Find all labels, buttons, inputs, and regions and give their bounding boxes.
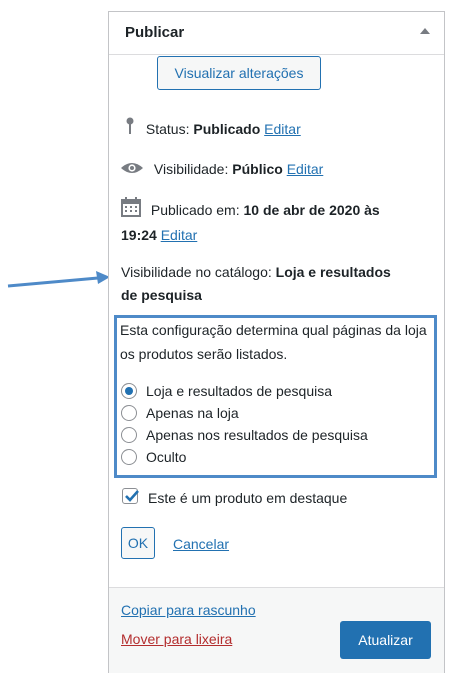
status-row: Status: Publicado Editar bbox=[124, 116, 301, 143]
featured-label: Este é um produto em destaque bbox=[148, 490, 348, 506]
visibility-edit-link[interactable]: Editar bbox=[287, 161, 324, 177]
update-button[interactable]: Atualizar bbox=[340, 621, 431, 659]
radio-label: Loja e resultados de pesquisa bbox=[146, 383, 333, 399]
catalog-visibility-row-2: de pesquisa bbox=[121, 282, 202, 308]
cancel-link-wrap[interactable]: Cancelar bbox=[173, 531, 229, 557]
published-row-2: 19:24 Editar bbox=[121, 222, 197, 248]
catalog-visibility-value-2: de pesquisa bbox=[121, 287, 202, 303]
annotation-arrow bbox=[7, 271, 110, 288]
move-to-trash-link[interactable]: Mover para lixeira bbox=[121, 631, 232, 647]
published-time: 19:24 bbox=[121, 227, 157, 243]
radio-option-shop-and-search[interactable]: Loja e resultados de pesquisa bbox=[121, 381, 332, 401]
radio-button[interactable] bbox=[121, 449, 137, 466]
status-label: Status: bbox=[145, 121, 190, 137]
published-date: 10 de abr de 2020 às bbox=[243, 202, 380, 218]
status-edit-link[interactable]: Editar bbox=[264, 121, 301, 137]
copy-to-draft-link[interactable]: Copiar para rascunho bbox=[121, 602, 256, 618]
status-value: Publicado bbox=[193, 121, 261, 137]
cancel-link[interactable]: Cancelar bbox=[173, 536, 229, 552]
ok-button[interactable]: OK bbox=[121, 527, 155, 559]
radio-button[interactable] bbox=[121, 383, 137, 400]
visibility-row: Visibilidade: Público Editar bbox=[120, 156, 323, 183]
checkmark-icon bbox=[125, 490, 139, 502]
visibility-value: Público bbox=[232, 161, 283, 177]
radio-label: Apenas nos resultados de pesquisa bbox=[146, 427, 368, 443]
catalog-visibility-label: Visibilidade no catálogo: bbox=[121, 264, 272, 280]
radio-option-shop-only[interactable]: Apenas na loja bbox=[121, 403, 239, 423]
eye-icon bbox=[120, 157, 144, 183]
copy-draft-wrap[interactable]: Copiar para rascunho bbox=[121, 597, 256, 623]
radio-label: Apenas na loja bbox=[146, 405, 239, 421]
published-label: Publicado em: bbox=[150, 202, 240, 218]
radio-option-hidden[interactable]: Oculto bbox=[121, 447, 186, 467]
metabox-title: Publicar bbox=[125, 24, 185, 41]
radio-label: Oculto bbox=[146, 449, 187, 465]
preview-changes-button[interactable]: Visualizar alterações bbox=[157, 56, 321, 90]
radio-button[interactable] bbox=[121, 405, 137, 422]
radio-button[interactable] bbox=[121, 427, 137, 444]
published-edit-link[interactable]: Editar bbox=[161, 227, 198, 243]
pin-icon bbox=[124, 117, 136, 143]
visibility-label: Visibilidade: bbox=[153, 161, 229, 177]
radio-option-search-only[interactable]: Apenas nos resultados de pesquisa bbox=[121, 425, 368, 445]
collapse-toggle-icon[interactable] bbox=[420, 28, 430, 34]
trash-wrap[interactable]: Mover para lixeira bbox=[121, 626, 232, 652]
catalog-visibility-value: Loja e resultados bbox=[275, 264, 391, 280]
catalog-settings-description: Esta configuração determina qual páginas… bbox=[120, 322, 427, 362]
metabox-header[interactable]: Publicar bbox=[109, 12, 444, 55]
featured-checkbox[interactable] bbox=[122, 488, 139, 504]
